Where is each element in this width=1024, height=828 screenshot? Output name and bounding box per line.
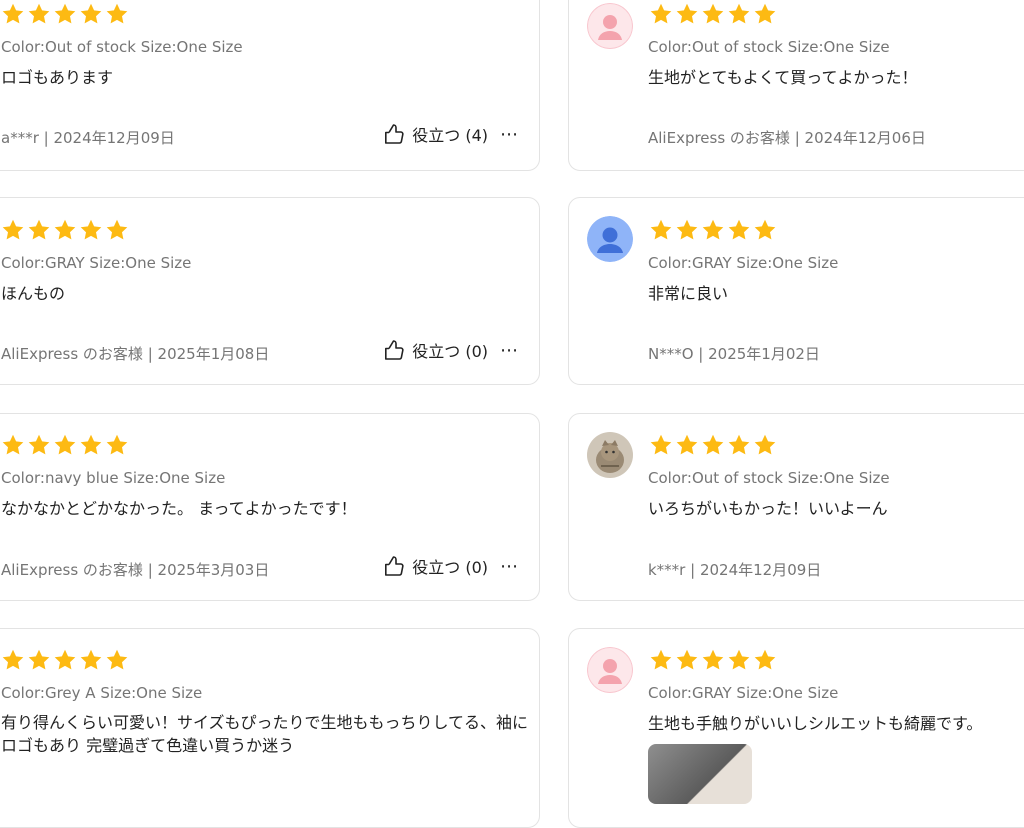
review-text: 非常に良い (648, 284, 729, 303)
review-variant: Color:GRAY Size:One Size (1, 254, 192, 272)
thumbs-up-icon (385, 124, 404, 144)
review-variant: Color:Out of stock Size:One Size (648, 38, 890, 56)
user-avatar (587, 647, 633, 693)
review-text: 有り得んくらい可愛い！サイズもぴったりで生地ももっちりしてる、袖にロゴもあり 完… (1, 713, 529, 755)
review-variant: Color:Out of stock Size:One Size (1, 38, 243, 56)
star-rating (1, 648, 129, 672)
star-icon (702, 219, 724, 240)
star-icon (676, 3, 698, 24)
review-card: Color:Grey A Size:One Size 有り得んくらい可愛い！サイ… (0, 628, 540, 828)
star-icon (754, 434, 776, 455)
star-icon (80, 649, 102, 670)
review-text: 生地も手触りがいいしシルエットも綺麗です。 (648, 714, 983, 733)
person-icon (587, 3, 633, 49)
review-author-date: AliExpress のお客様 | 2024年12月06日 (648, 129, 926, 147)
star-icon (28, 649, 50, 670)
user-avatar (587, 432, 633, 478)
star-icon (2, 434, 24, 455)
star-rating (649, 218, 777, 242)
review-card: Color:navy blue Size:One Size なかなかとどかなかっ… (0, 413, 540, 601)
review-text: ロゴもあります (1, 68, 114, 87)
helpful-button[interactable]: 役立つ (0) ⋯ (382, 554, 519, 578)
user-avatar (587, 3, 633, 49)
star-icon (728, 3, 750, 24)
review-text: ほんもの (1, 284, 66, 303)
review-author-date: AliExpress のお客様 | 2025年1月08日 (1, 345, 270, 363)
star-icon (676, 649, 698, 670)
review-photo-thumbnail[interactable] (648, 744, 752, 804)
thumbs-up-icon (385, 340, 404, 360)
star-icon (702, 434, 724, 455)
star-icon (754, 3, 776, 24)
star-rating (1, 2, 129, 26)
star-icon (28, 3, 50, 24)
star-icon (650, 434, 672, 455)
star-icon (106, 649, 128, 670)
star-icon (650, 649, 672, 670)
thumbs-up-icon (385, 556, 404, 576)
star-icon (54, 434, 76, 455)
review-author-date: k***r | 2024年12月09日 (648, 561, 822, 579)
star-icon (2, 3, 24, 24)
user-avatar (587, 216, 633, 262)
star-rating (649, 2, 777, 26)
review-card: Color:Out of stock Size:One Size 生地がとてもよ… (568, 0, 1024, 171)
star-rating (649, 433, 777, 457)
review-variant: Color:GRAY Size:One Size (648, 684, 839, 702)
review-variant: Color:Grey A Size:One Size (1, 684, 203, 702)
star-icon (80, 3, 102, 24)
more-options-icon[interactable]: ⋯ (500, 340, 519, 361)
star-icon (106, 219, 128, 240)
star-icon (728, 649, 750, 670)
star-icon (54, 649, 76, 670)
star-icon (106, 434, 128, 455)
person-icon (587, 216, 633, 262)
star-icon (728, 219, 750, 240)
review-author-date: N***O | 2025年1月02日 (648, 345, 820, 363)
review-card: Color:Out of stock Size:One Size いろちがいもか… (568, 413, 1024, 601)
review-text: 生地がとてもよくて買ってよかった！ (648, 68, 918, 87)
star-icon (2, 219, 24, 240)
star-icon (676, 434, 698, 455)
helpful-label: 役立つ (4) (412, 126, 488, 145)
star-icon (80, 434, 102, 455)
review-card: Color:Out of stock Size:One Size ロゴもあります… (0, 0, 540, 171)
review-text: いろちがいもかった！いいよーん (648, 499, 888, 518)
star-icon (754, 649, 776, 670)
cat-photo (587, 432, 633, 478)
star-rating (1, 218, 129, 242)
star-icon (28, 434, 50, 455)
star-icon (754, 219, 776, 240)
review-variant: Color:GRAY Size:One Size (648, 254, 839, 272)
review-card: Color:GRAY Size:One Size 非常に良い N***O | 2… (568, 197, 1024, 385)
helpful-label: 役立つ (0) (412, 342, 488, 361)
star-icon (650, 219, 672, 240)
star-icon (28, 219, 50, 240)
review-author-date: a***r | 2024年12月09日 (1, 129, 175, 147)
helpful-button[interactable]: 役立つ (0) ⋯ (382, 338, 519, 362)
helpful-button[interactable]: 役立つ (4) ⋯ (382, 122, 519, 146)
review-text: なかなかとどかなかった。 まってよかったです！ (1, 499, 357, 518)
person-icon (587, 647, 633, 693)
star-icon (702, 3, 724, 24)
star-icon (2, 649, 24, 670)
star-icon (54, 3, 76, 24)
more-options-icon[interactable]: ⋯ (500, 556, 519, 577)
star-rating (1, 433, 129, 457)
star-icon (54, 219, 76, 240)
star-icon (728, 434, 750, 455)
helpful-label: 役立つ (0) (412, 558, 488, 577)
review-author-date: AliExpress のお客様 | 2025年3月03日 (1, 561, 270, 579)
review-variant: Color:navy blue Size:One Size (1, 469, 226, 487)
star-icon (106, 3, 128, 24)
review-variant: Color:Out of stock Size:One Size (648, 469, 890, 487)
more-options-icon[interactable]: ⋯ (500, 124, 519, 145)
review-card: Color:GRAY Size:One Size 生地も手触りがいいしシルエット… (568, 628, 1024, 828)
star-icon (80, 219, 102, 240)
star-icon (650, 3, 672, 24)
star-icon (676, 219, 698, 240)
star-icon (702, 649, 724, 670)
review-card: Color:GRAY Size:One Size ほんもの AliExpress… (0, 197, 540, 385)
star-rating (649, 648, 777, 672)
